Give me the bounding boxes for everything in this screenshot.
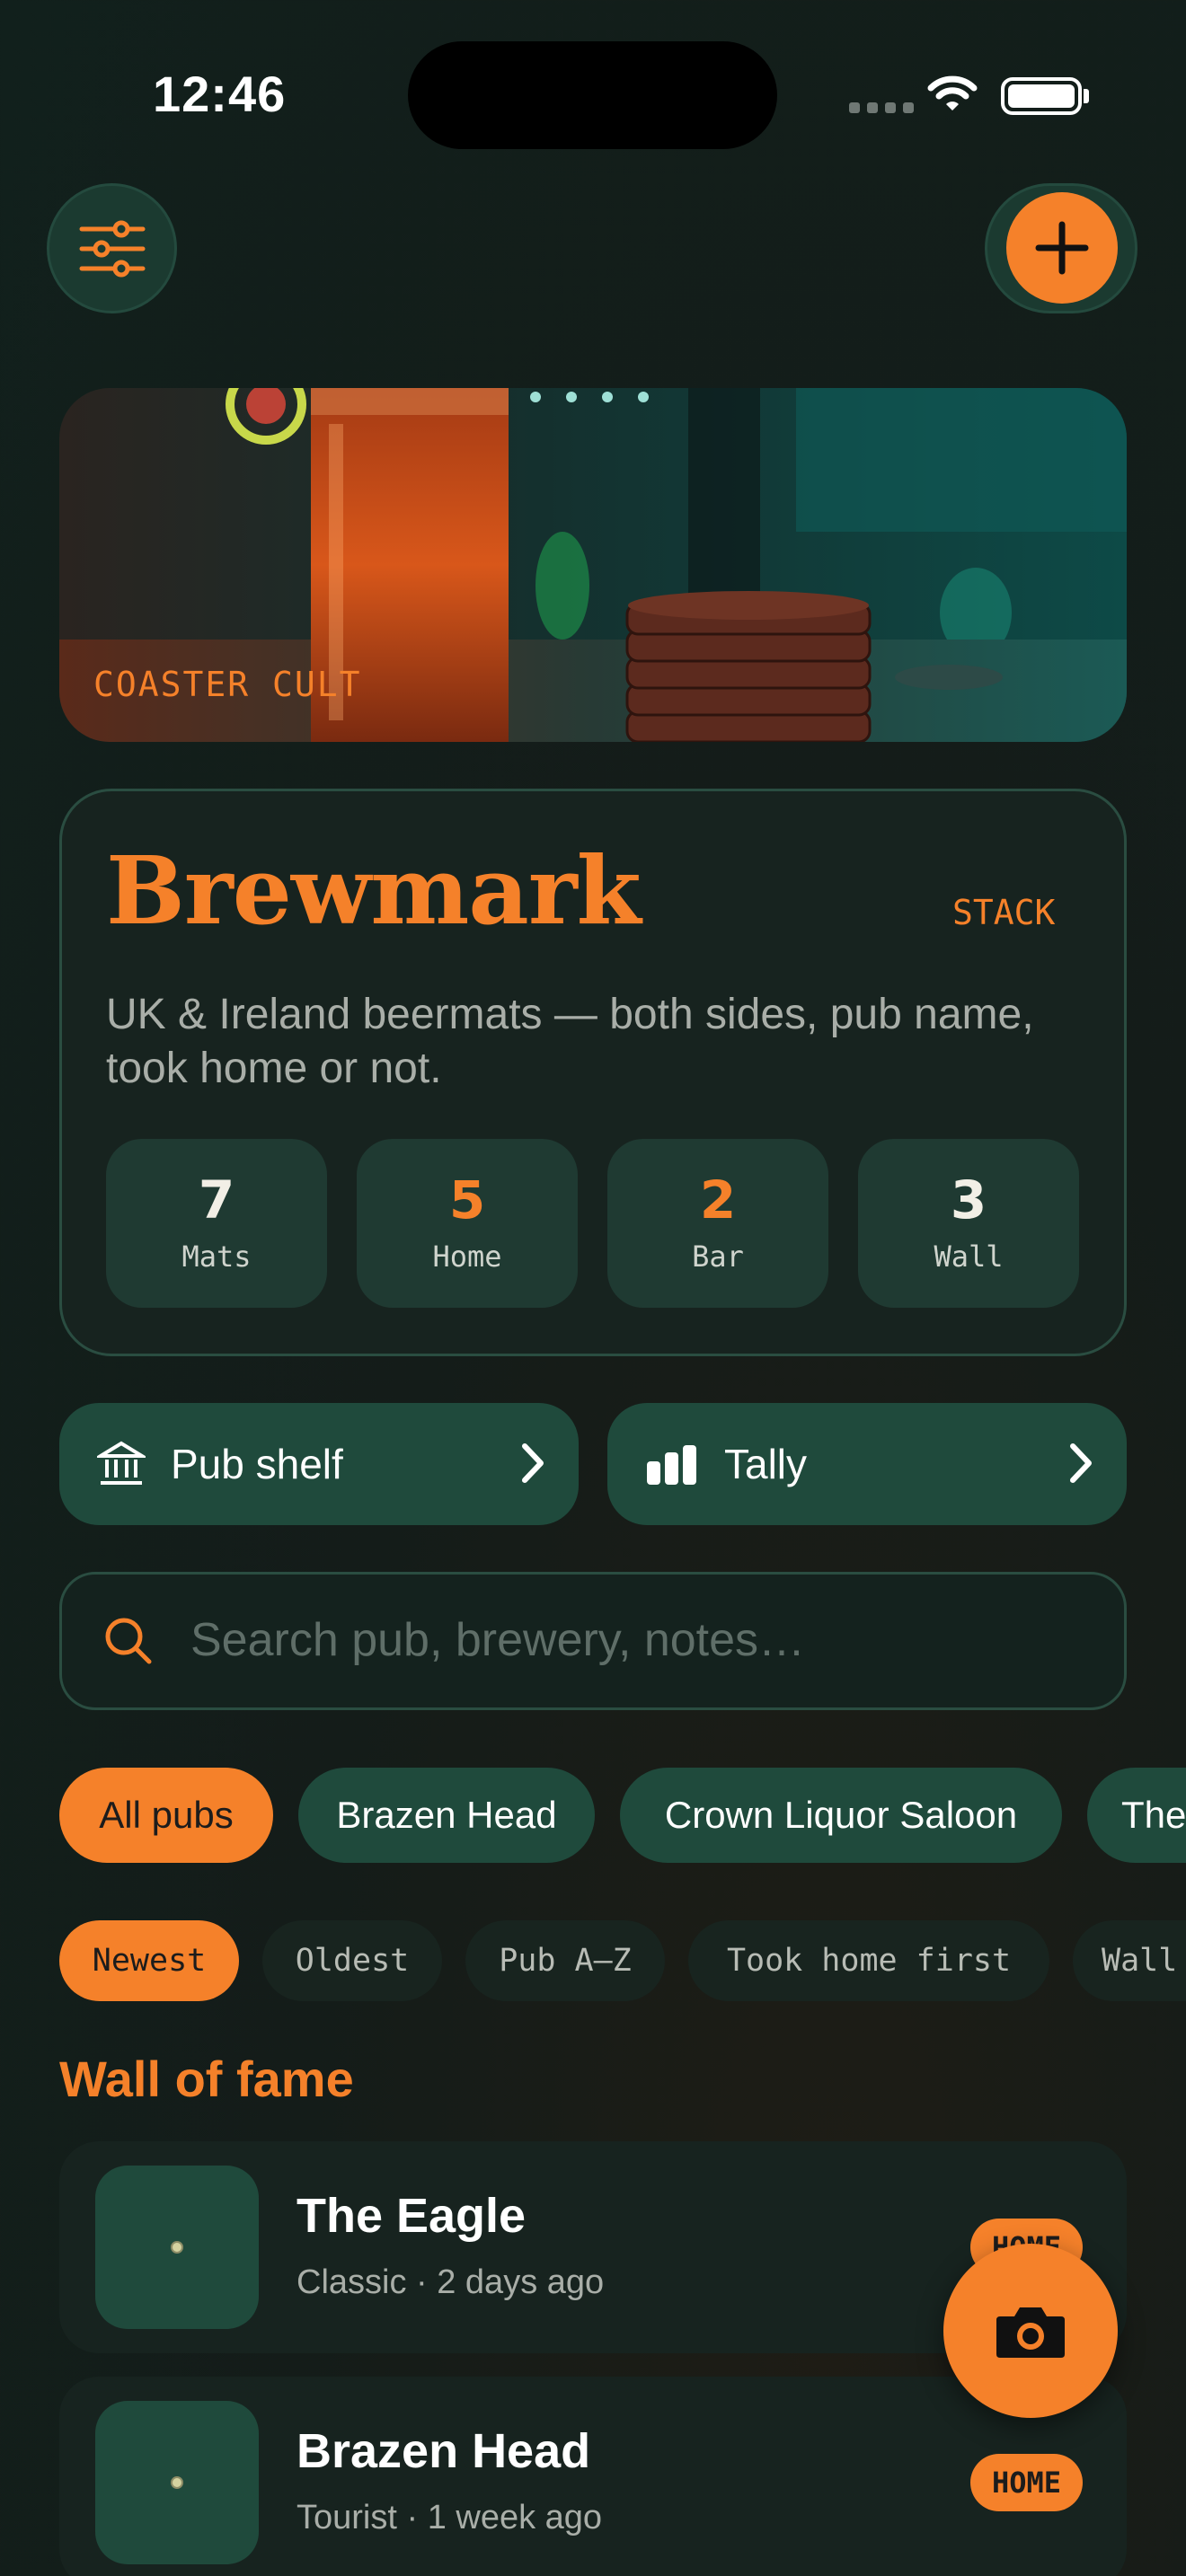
cellular-signal-icon — [849, 102, 914, 113]
tally-button[interactable]: Tally — [607, 1403, 1127, 1525]
mat-meta: Classic · 2 days ago — [296, 2263, 605, 2301]
stat-value: 7 — [198, 1169, 235, 1231]
battery-icon — [1001, 77, 1082, 115]
sort-oldest[interactable]: Oldest — [262, 1920, 442, 2001]
stat-home[interactable]: 5 Home — [357, 1139, 578, 1308]
stat-bar[interactable]: 2 Bar — [607, 1139, 828, 1308]
add-mat-button[interactable] — [1006, 192, 1118, 304]
status-badge: HOME — [970, 2454, 1084, 2511]
mat-thumbnail — [95, 2166, 259, 2329]
dynamic-island — [408, 41, 777, 149]
list-item[interactable]: Brazen Head Tourist · 1 week ago HOME — [59, 2377, 1127, 2576]
coaster-dot — [171, 2476, 183, 2489]
mat-pub-name: The Eagle — [296, 2189, 527, 2243]
stat-label: Home — [432, 1239, 502, 1274]
sort-took-home-first[interactable]: Took home first — [688, 1920, 1049, 2001]
filter-settings-button[interactable] — [47, 183, 177, 313]
filter-chip-crown-liquor-saloon[interactable]: Crown Liquor Saloon — [620, 1768, 1062, 1863]
mat-thumbnail — [95, 2401, 259, 2564]
stat-value: 5 — [448, 1169, 486, 1231]
status-time: 12:46 — [153, 66, 287, 122]
stat-value: 2 — [699, 1169, 737, 1231]
hero-caption: COASTER CULT — [93, 665, 362, 704]
search-input[interactable] — [190, 1597, 1071, 1683]
sort-newest[interactable]: Newest — [59, 1920, 239, 2001]
stat-value: 3 — [950, 1169, 987, 1231]
search-icon — [105, 1618, 152, 1664]
chevron-right-icon — [1070, 1443, 1092, 1483]
tally-label: Tally — [724, 1441, 808, 1487]
section-title: Wall of fame — [59, 2051, 354, 2107]
stat-label: Bar — [692, 1239, 744, 1274]
view-mode-toggle[interactable]: STACK — [952, 893, 1055, 932]
app-tagline: UK & Ireland beermats — both sides, pub … — [106, 991, 1034, 1092]
coaster-dot — [171, 2241, 183, 2254]
pub-shelf-label: Pub shelf — [171, 1441, 343, 1487]
chevron-right-icon — [522, 1443, 544, 1483]
camera-icon — [996, 2307, 1065, 2358]
filter-chip-all-pubs[interactable]: All pubs — [59, 1768, 273, 1863]
pub-shelf-button[interactable]: Pub shelf — [59, 1403, 579, 1525]
stat-wall[interactable]: 3 Wall — [858, 1139, 1079, 1308]
wifi-icon — [927, 75, 978, 110]
stat-mats[interactable]: 7 Mats — [106, 1139, 327, 1308]
bar-chart-icon — [647, 1445, 696, 1485]
filter-chip-brazen-head[interactable]: Brazen Head — [298, 1768, 595, 1863]
app-title: Brewmark — [106, 835, 642, 946]
sort-pub-a-z[interactable]: Pub A–Z — [465, 1920, 665, 2001]
mat-meta: Tourist · 1 week ago — [296, 2499, 603, 2536]
sort-wall[interactable]: Wall — [1073, 1920, 1186, 2001]
filter-chip-the[interactable]: The — [1087, 1768, 1186, 1863]
stat-label: Mats — [181, 1239, 252, 1274]
mat-pub-name: Brazen Head — [296, 2424, 591, 2478]
bank-icon — [97, 1441, 146, 1485]
camera-button[interactable] — [943, 2244, 1118, 2418]
sliders-icon — [79, 220, 145, 277]
stat-label: Wall — [934, 1239, 1004, 1274]
battery-cap — [1084, 89, 1089, 103]
plus-icon — [1035, 221, 1089, 275]
